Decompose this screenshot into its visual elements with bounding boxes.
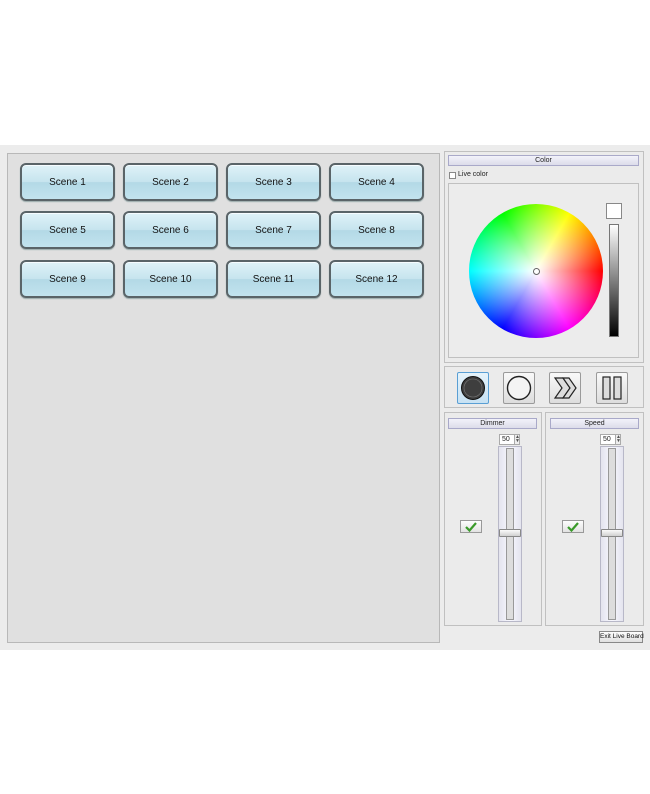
scene-button-9[interactable]: Scene 9 xyxy=(20,260,115,298)
dimmer-slider-thumb[interactable] xyxy=(499,529,521,537)
color-panel-title: Color xyxy=(448,155,639,166)
record-icon xyxy=(461,376,485,400)
scene-button-12[interactable]: Scene 12 xyxy=(329,260,424,298)
speed-slider-thumb[interactable] xyxy=(601,529,623,537)
fast-forward-icon xyxy=(553,377,577,399)
live-color-checkbox[interactable] xyxy=(449,172,456,179)
color-wheel-cursor-icon[interactable] xyxy=(533,268,540,275)
record-button[interactable] xyxy=(457,372,489,404)
scene-button-6[interactable]: Scene 6 xyxy=(123,211,218,249)
speed-spin-arrows-icon[interactable]: ▲ ▼ xyxy=(615,434,621,445)
exit-live-board-button[interactable]: Exit Live Board xyxy=(599,631,644,643)
speed-panel xyxy=(545,412,644,626)
dimmer-spin-arrows-icon[interactable]: ▲ ▼ xyxy=(514,434,520,445)
dimmer-panel xyxy=(444,412,542,626)
selected-color-swatch xyxy=(606,203,622,219)
speed-title: Speed xyxy=(550,418,639,429)
scene-button-8[interactable]: Scene 8 xyxy=(329,211,424,249)
speed-enable-button[interactable] xyxy=(562,520,584,533)
stop-circle-icon xyxy=(506,375,532,401)
checkmark-icon xyxy=(465,521,477,532)
scene-button-4[interactable]: Scene 4 xyxy=(329,163,424,201)
scene-button-5[interactable]: Scene 5 xyxy=(20,211,115,249)
scene-button-7[interactable]: Scene 7 xyxy=(226,211,321,249)
brightness-slider[interactable] xyxy=(609,224,619,337)
pause-icon xyxy=(602,376,622,400)
stop-button[interactable] xyxy=(503,372,535,404)
scene-button-11[interactable]: Scene 11 xyxy=(226,260,321,298)
scene-button-1[interactable]: Scene 1 xyxy=(20,163,115,201)
dimmer-enable-button[interactable] xyxy=(460,520,482,533)
live-color-label: Live color xyxy=(458,171,488,178)
checkmark-icon xyxy=(567,521,579,532)
dimmer-title: Dimmer xyxy=(448,418,537,429)
pause-button[interactable] xyxy=(596,372,628,404)
scene-button-10[interactable]: Scene 10 xyxy=(123,260,218,298)
scene-button-2[interactable]: Scene 2 xyxy=(123,163,218,201)
scene-button-3[interactable]: Scene 3 xyxy=(226,163,321,201)
fast-forward-button[interactable] xyxy=(549,372,581,404)
